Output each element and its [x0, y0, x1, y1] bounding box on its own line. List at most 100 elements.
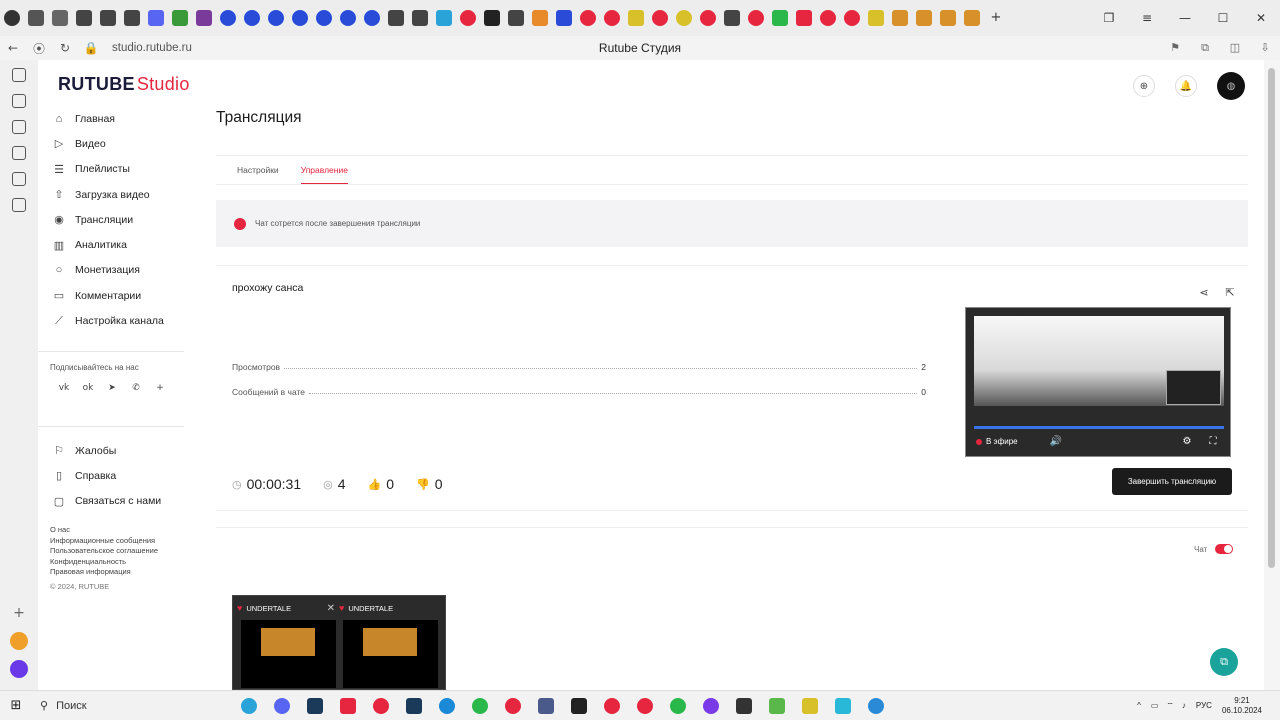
opera-gx-app-icon[interactable] [636, 697, 653, 714]
browser-tab[interactable] [916, 10, 932, 26]
sidepanel-icon[interactable] [12, 120, 26, 134]
sidepanel-icon[interactable] [12, 94, 26, 108]
sidebar-item-video[interactable]: ▷ Видео [50, 131, 220, 156]
add-video-icon[interactable]: ⊕ [1133, 75, 1155, 97]
undertale-app-icon[interactable] [339, 697, 356, 714]
browser-tab[interactable] [388, 10, 404, 26]
taskbar-search[interactable]: ⚲ Поиск [32, 691, 212, 720]
url-field[interactable]: studio.rutube.ru [112, 42, 192, 54]
browser-tab[interactable] [772, 10, 788, 26]
opera-app-icon[interactable] [603, 697, 620, 714]
chat-toggle[interactable]: Чат [1194, 544, 1234, 554]
browser-tab[interactable] [76, 10, 92, 26]
chat-switch[interactable] [1215, 544, 1234, 554]
browser-tab[interactable] [196, 10, 212, 26]
app-icon[interactable] [537, 697, 554, 714]
browser-tab[interactable] [748, 10, 764, 26]
browser-tab[interactable] [940, 10, 956, 26]
browser-tab[interactable] [316, 10, 332, 26]
browser-tab[interactable] [52, 10, 68, 26]
browser-tab[interactable] [508, 10, 524, 26]
viber-icon[interactable]: ✆ [124, 383, 148, 393]
download-icon[interactable]: ⇩ [1250, 41, 1280, 55]
sidepanel-icon[interactable] [12, 198, 26, 212]
browser-tab[interactable] [964, 10, 980, 26]
browser-tab[interactable] [268, 10, 284, 26]
browser-tab[interactable] [700, 10, 716, 26]
sidepanel-icon[interactable] [12, 68, 26, 82]
sidebar-item-analytics[interactable]: ▥ Аналитика [50, 232, 220, 257]
browser-tab[interactable] [652, 10, 668, 26]
whatsapp-app-icon[interactable] [471, 697, 488, 714]
player-progress-bar[interactable] [974, 426, 1224, 429]
steam-app-icon[interactable] [405, 697, 422, 714]
bell-icon[interactable]: 🔔 [1175, 75, 1197, 97]
yandex-app-icon[interactable] [504, 697, 521, 714]
support-chat-icon[interactable]: ⧉ [1210, 648, 1238, 676]
app-icon[interactable] [867, 697, 884, 714]
browser-tab[interactable] [292, 10, 308, 26]
steam-app-icon[interactable] [306, 697, 323, 714]
browser-tab[interactable] [676, 10, 692, 26]
lock-icon[interactable]: 🔒 [78, 41, 104, 55]
vk-icon[interactable]: vk [52, 383, 76, 393]
browser-tab[interactable] [436, 10, 452, 26]
rutube-studio-logo[interactable]: RUTUBE Studio [58, 74, 190, 95]
browser-tab[interactable] [484, 10, 500, 26]
restore-icon[interactable]: ❐ [1090, 0, 1128, 36]
reload-icon[interactable]: ↻ [52, 41, 78, 55]
browser-tab[interactable] [364, 10, 380, 26]
browser-tab[interactable] [628, 10, 644, 26]
tab-settings[interactable]: Настройки [237, 156, 279, 184]
browser-tab[interactable] [244, 10, 260, 26]
browser-tab[interactable] [892, 10, 908, 26]
maximize-icon[interactable]: ☐ [1204, 0, 1242, 36]
gear-icon[interactable]: ⚙ [1174, 436, 1200, 447]
sidebar-item-playlists[interactable]: ☰ Плейлисты [50, 157, 220, 182]
browser-tab[interactable] [796, 10, 812, 26]
tab-management[interactable]: Управление [300, 156, 348, 184]
end-broadcast-button[interactable]: Завершить трансляцию [1112, 468, 1232, 495]
browser-tab[interactable] [532, 10, 548, 26]
footer-link-info[interactable]: Информационные сообщения [50, 536, 158, 547]
window-thumbnail[interactable]: ♥ UNDERTALE [339, 600, 438, 688]
new-tab-icon[interactable]: + [988, 10, 1004, 26]
taskbar-clock[interactable]: 9:21 06.10.2024 [1222, 696, 1262, 716]
sidepanel-icon[interactable] [12, 146, 26, 160]
browser-tab[interactable] [604, 10, 620, 26]
browser-tab[interactable] [220, 10, 236, 26]
browser-profile-icon[interactable] [4, 10, 20, 26]
volume-icon[interactable]: 🔊 [1050, 436, 1062, 447]
epic-app-icon[interactable] [570, 697, 587, 714]
extensions-icon[interactable]: ◫ [1220, 41, 1250, 55]
telegram-app-icon[interactable] [240, 697, 257, 714]
ok-icon[interactable]: ok [76, 383, 100, 393]
footer-link-legal[interactable]: Правовая информация [50, 567, 158, 578]
stream-preview-player[interactable]: В эфире 🔊 ⚙ ⛶ [965, 307, 1231, 457]
browser-tab[interactable] [844, 10, 860, 26]
network-icon[interactable]: ⌔ [1166, 701, 1174, 711]
add-panel-icon[interactable]: + [10, 604, 28, 622]
browser-tab[interactable] [100, 10, 116, 26]
browser-tab[interactable] [556, 10, 572, 26]
browser-tab[interactable] [148, 10, 164, 26]
sidebar-item-help[interactable]: ▯ Справка [50, 463, 220, 488]
reader-icon[interactable]: ⦿ [26, 40, 52, 57]
discord-app-icon[interactable] [273, 697, 290, 714]
minimize-icon[interactable]: — [1166, 0, 1204, 36]
browser-tab[interactable] [580, 10, 596, 26]
app-icon[interactable] [735, 697, 752, 714]
sidepanel-app-icon[interactable] [10, 660, 28, 678]
collections-icon[interactable]: ⧉ [1190, 41, 1220, 55]
menu-icon[interactable]: ≡ [1128, 0, 1166, 36]
browser-tab[interactable] [412, 10, 428, 26]
share-icon[interactable]: ⋖ [1191, 286, 1217, 299]
close-icon[interactable]: ✕ [327, 603, 335, 614]
external-link-icon[interactable]: ⇱ [1217, 286, 1243, 299]
language-indicator[interactable]: РУС [1196, 701, 1212, 710]
browser-tab[interactable] [28, 10, 44, 26]
browser-tab[interactable] [340, 10, 356, 26]
sidebar-item-channel-settings[interactable]: ⟋ Настройка канала [50, 308, 220, 333]
app-icon[interactable] [801, 697, 818, 714]
chrome-app-icon[interactable] [669, 697, 686, 714]
